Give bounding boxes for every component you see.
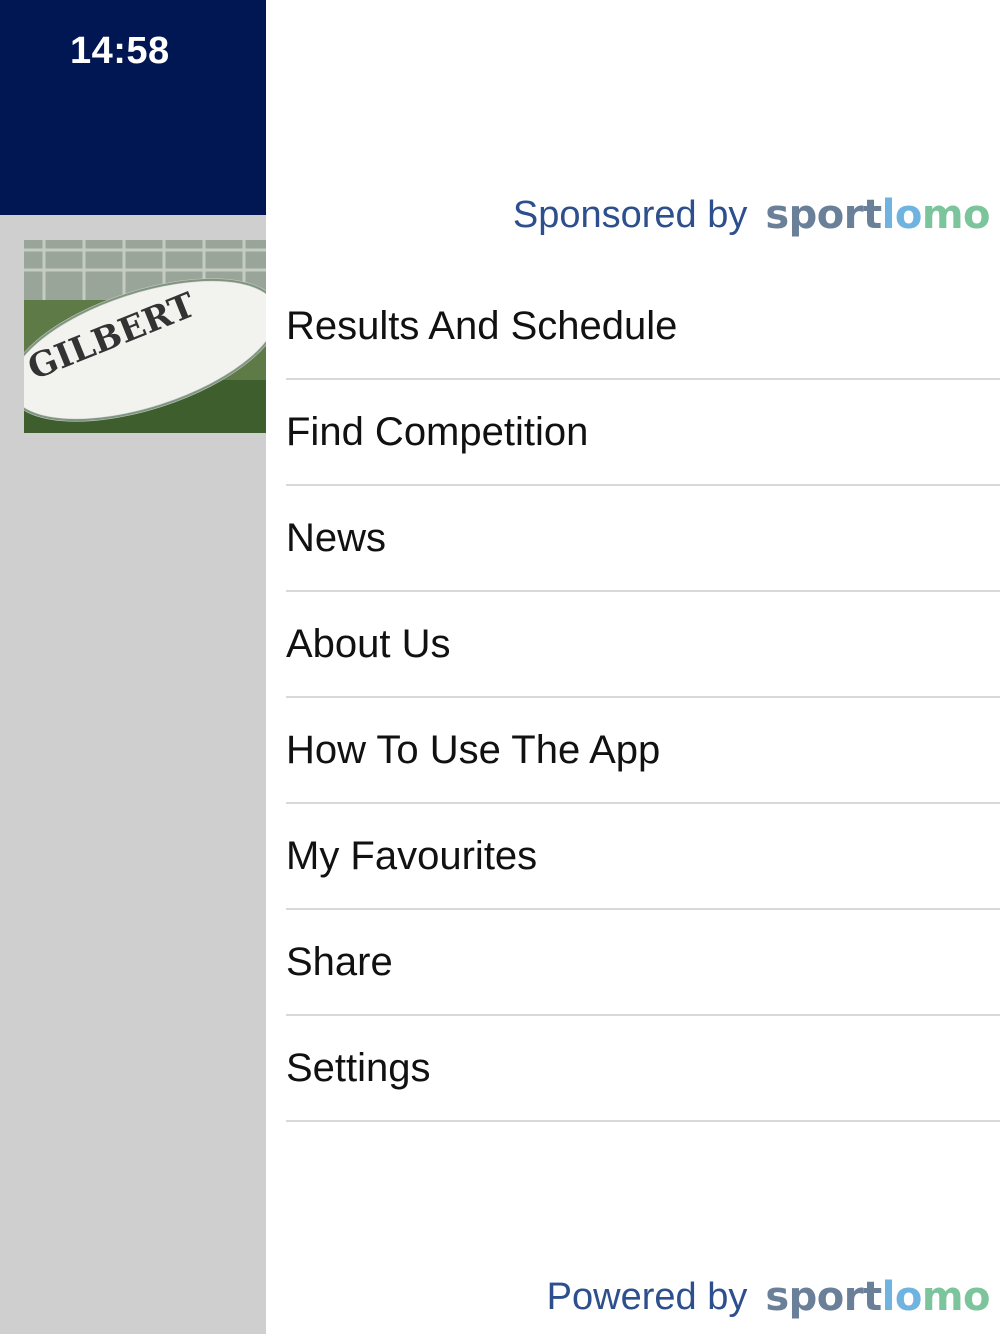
drawer-menu: Results And Schedule Find Competition Ne… bbox=[286, 274, 1000, 1122]
powered-by-banner[interactable]: Powered by sportlomo bbox=[546, 1274, 991, 1320]
menu-item-label: News bbox=[286, 515, 387, 560]
sponsor-banner[interactable]: Sponsored by sportlomo bbox=[512, 192, 991, 238]
menu-item-label: Results And Schedule bbox=[286, 303, 678, 348]
menu-item-label: Find Competition bbox=[286, 409, 589, 454]
menu-item-label: How To Use The App bbox=[286, 727, 661, 772]
status-time: 14:58 bbox=[70, 30, 170, 72]
menu-item-label: About Us bbox=[286, 621, 451, 666]
menu-item-label: Settings bbox=[286, 1045, 431, 1090]
menu-item-label: My Favourites bbox=[286, 833, 538, 878]
navigation-drawer: Sponsored by sportlomo Results And Sched… bbox=[266, 0, 1000, 1334]
menu-item-how-to-use[interactable]: How To Use The App bbox=[286, 698, 1000, 804]
menu-item-about-us[interactable]: About Us bbox=[286, 592, 1000, 698]
sponsor-label: Sponsored by bbox=[512, 193, 748, 236]
menu-item-settings[interactable]: Settings bbox=[286, 1016, 1000, 1122]
menu-item-results-and-schedule[interactable]: Results And Schedule bbox=[286, 274, 1000, 380]
sportlomo-logo: sportlomo bbox=[765, 192, 990, 238]
menu-item-share[interactable]: Share bbox=[286, 910, 1000, 1016]
news-thumbnail-image[interactable]: GILBERT bbox=[24, 240, 266, 433]
menu-item-find-competition[interactable]: Find Competition bbox=[286, 380, 1000, 486]
menu-item-news[interactable]: News bbox=[286, 486, 1000, 592]
menu-item-my-favourites[interactable]: My Favourites bbox=[286, 804, 1000, 910]
sportlomo-logo: sportlomo bbox=[765, 1274, 990, 1320]
powered-by-label: Powered by bbox=[546, 1275, 748, 1318]
menu-item-label: Share bbox=[286, 939, 393, 984]
app-header: 14:58 bbox=[0, 0, 266, 215]
